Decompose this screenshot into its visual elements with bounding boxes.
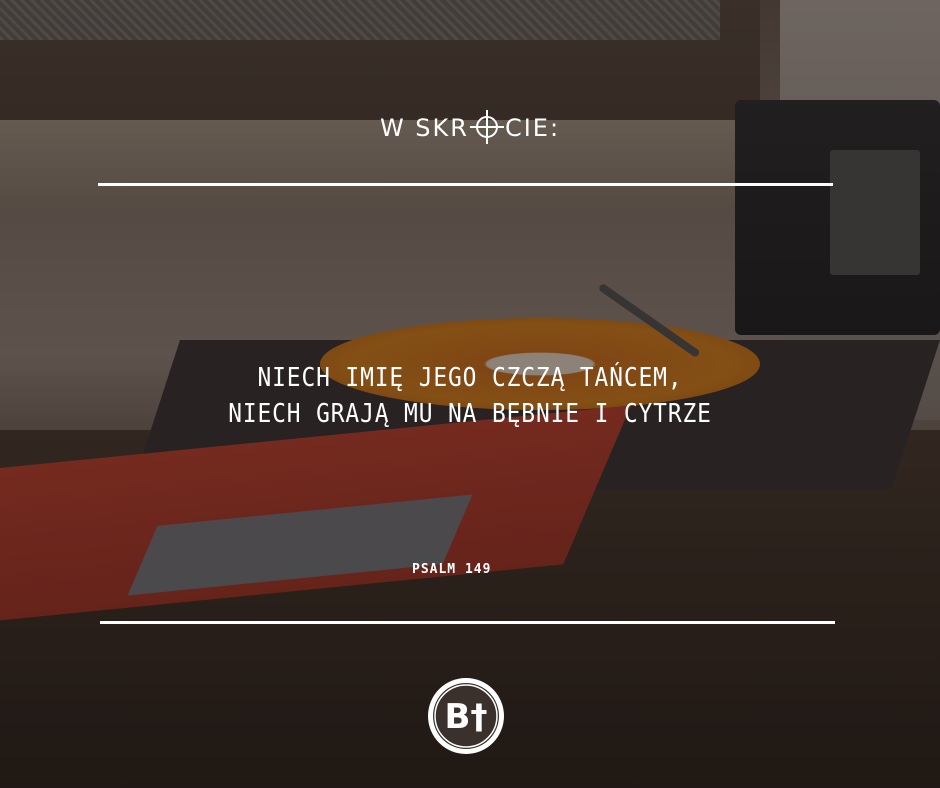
heading: W SKR CIE:: [0, 110, 940, 146]
brand-logo-icon: B†: [424, 674, 508, 758]
heading-part-1: W SKR: [379, 114, 469, 142]
verse-line-1: NIECH IMIĘ JEGO CZCZĄ TAŃCEM,: [257, 363, 683, 393]
heading-part-2: CIE:: [504, 114, 561, 142]
graphic-canvas: W SKR CIE: NIECH IMIĘ JEGO CZCZĄ TAŃCEM, …: [0, 0, 940, 788]
verse-quote: NIECH IMIĘ JEGO CZCZĄ TAŃCEM, NIECH GRAJ…: [56, 360, 883, 432]
logo-text: B†: [445, 697, 488, 737]
verse-line-2: NIECH GRAJĄ MU NA BĘBNIE I CYTRZE: [228, 399, 712, 429]
crosshair-icon: [469, 110, 504, 144]
divider-top: [98, 183, 833, 186]
divider-bottom: [100, 621, 835, 624]
verse-source: PSALM 149: [412, 562, 492, 577]
